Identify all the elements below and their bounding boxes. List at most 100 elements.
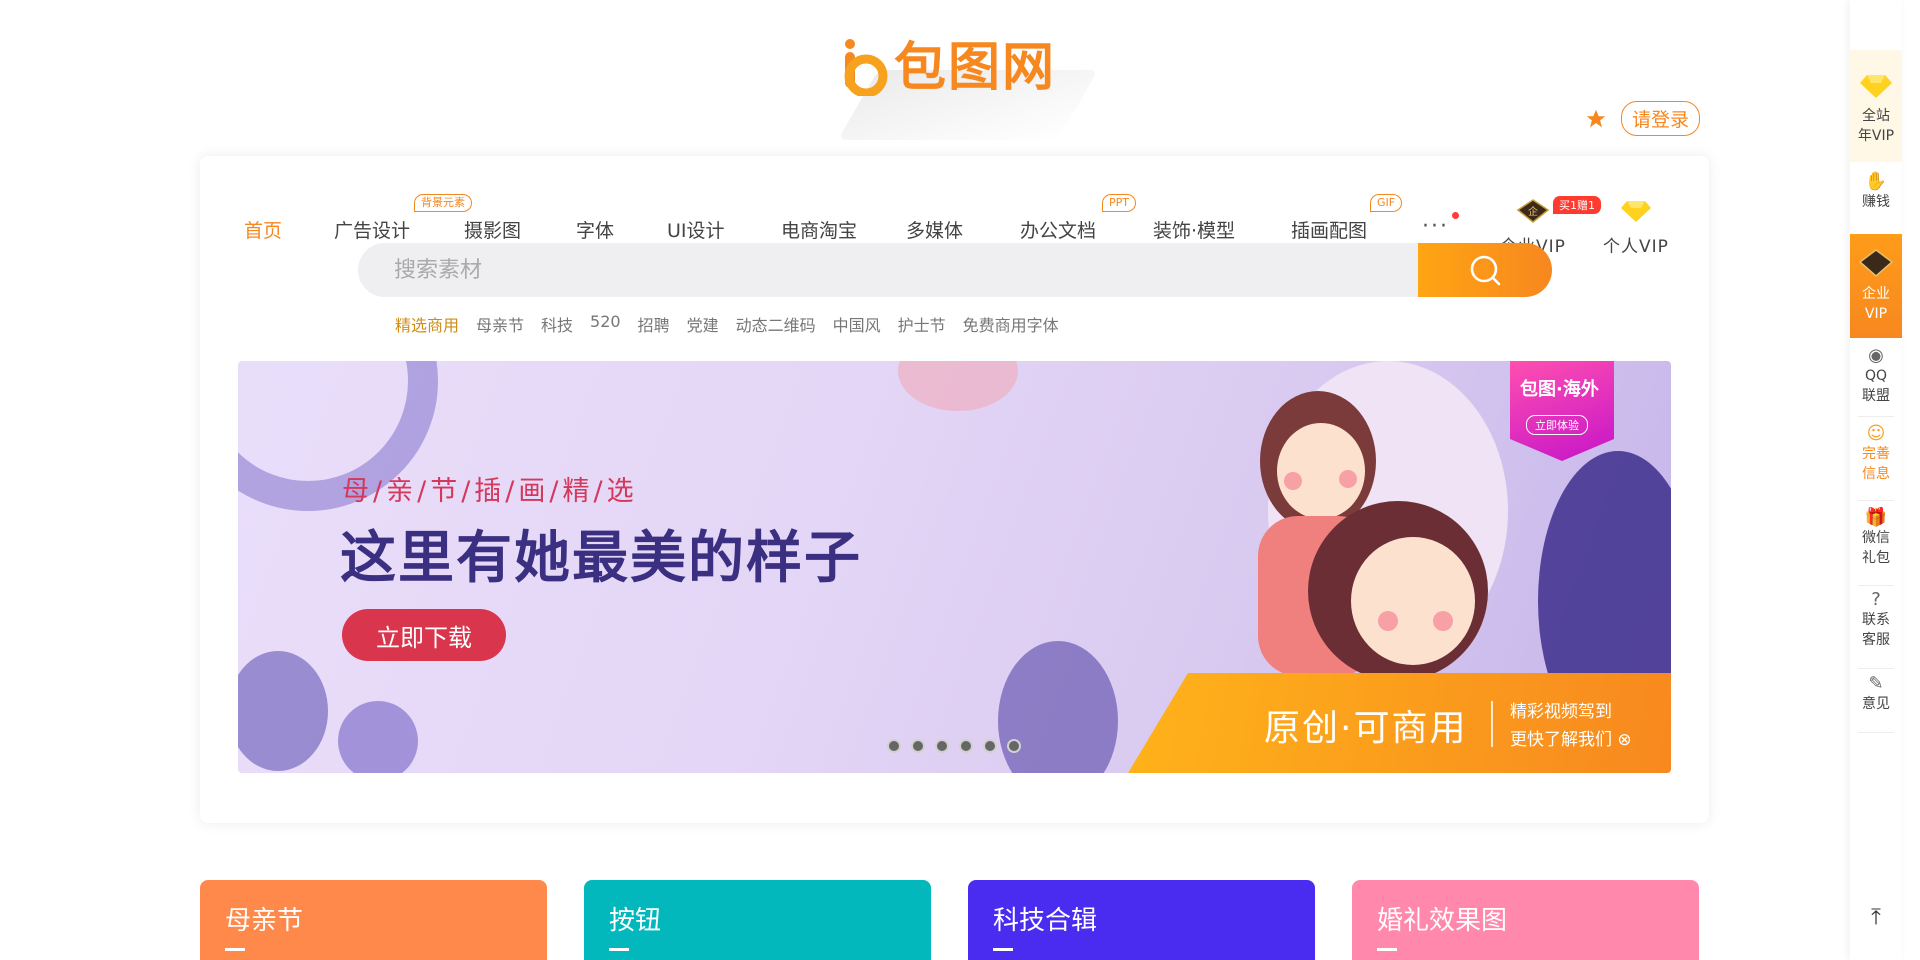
vip-diamond-icon — [1620, 201, 1651, 222]
nav-item-home[interactable]: 首页 — [244, 216, 282, 243]
handshake-icon: ✋ — [1864, 171, 1888, 192]
personal-vip-link[interactable]: 个人VIP — [1603, 198, 1669, 257]
banner-dot[interactable] — [983, 739, 997, 753]
category-card[interactable]: 婚礼效果图 — [1352, 880, 1699, 960]
nav-item-illustration[interactable]: 插画配图 — [1291, 216, 1367, 243]
banner-dot[interactable] — [935, 739, 949, 753]
category-label: 母亲节 — [225, 906, 304, 936]
nav-item-multimedia[interactable]: 多媒体 — [906, 216, 963, 243]
hot-search-item[interactable]: 免费商用字体 — [963, 312, 1059, 336]
banner-dot[interactable] — [887, 739, 901, 753]
sidebar-label: VIP — [1864, 306, 1888, 322]
nav-item-photography[interactable]: 摄影图 — [464, 216, 521, 243]
sidebar-label: 联盟 — [1862, 388, 1890, 404]
edit-icon: ✎ — [1868, 673, 1884, 694]
overseas-try-button[interactable]: 立即体验 — [1526, 415, 1588, 435]
promo-strip-line2: 更快了解我们 ⊗ — [1510, 725, 1632, 750]
personal-vip-label: 个人VIP — [1603, 237, 1669, 257]
gift-icon: 🎁 — [1864, 507, 1888, 528]
nav-item-office[interactable]: 办公文档 — [1020, 216, 1096, 243]
sidebar-label: 联系 — [1862, 612, 1890, 628]
sidebar-label: 赚钱 — [1862, 194, 1890, 210]
category-label: 科技合辑 — [993, 906, 1098, 936]
category-label: 按钮 — [609, 906, 662, 936]
nav-tag-ppt: PPT — [1102, 194, 1136, 212]
logo[interactable]: 包图网 — [837, 30, 1099, 140]
sidebar-wechat-gift[interactable]: 🎁 微信 礼包 — [1850, 508, 1902, 580]
category-card[interactable]: 按钮 — [584, 880, 931, 960]
nav-tag-background: 背景元素 — [414, 194, 472, 212]
nav-tag-gif: GIF — [1370, 194, 1403, 212]
main-nav: 首页 广告设计 背景元素 摄影图 字体 UI设计 电商淘宝 多媒体 办公文档 P… — [200, 184, 1709, 257]
enterprise-mark: 企 — [1528, 205, 1538, 218]
banner-title: 这里有她最美的样子 — [340, 526, 862, 591]
right-sidebar: 全站 年VIP ✋ 赚钱 企业 VIP ◉ QQ 联盟 ☺ 完善 信息 🎁 微信… — [1850, 0, 1902, 960]
banner-download-button[interactable]: 立即下载 — [342, 609, 506, 661]
brand-name: 包图网 — [894, 38, 1057, 98]
nav-item-decoration[interactable]: 装饰·模型 — [1153, 216, 1235, 243]
category-card[interactable]: 母亲节 — [200, 880, 547, 960]
main-card: 首页 广告设计 背景元素 摄影图 字体 UI设计 电商淘宝 多媒体 办公文档 P… — [200, 156, 1709, 823]
sidebar-earn[interactable]: ✋ 赚钱 — [1850, 172, 1902, 230]
banner-dot[interactable] — [959, 739, 973, 753]
sidebar-vip-all[interactable]: 全站 年VIP — [1850, 50, 1902, 162]
sidebar-label: 信息 — [1862, 466, 1890, 482]
sidebar-qq-union[interactable]: ◉ QQ 联盟 — [1850, 346, 1902, 410]
hot-search-item[interactable]: 招聘 — [638, 312, 670, 336]
play-icon[interactable]: ⊗ — [1617, 730, 1631, 750]
hot-search-item[interactable]: 护士节 — [898, 312, 946, 336]
nav-item-font[interactable]: 字体 — [576, 216, 614, 243]
hot-search-item[interactable]: 精选商用 — [395, 312, 459, 336]
banner-dot[interactable] — [1007, 739, 1021, 753]
hot-search-item[interactable]: 母亲节 — [476, 312, 524, 336]
hot-search-item[interactable]: 中国风 — [833, 312, 881, 336]
sidebar-label: 全站 — [1862, 108, 1890, 124]
sidebar-label: 礼包 — [1862, 550, 1890, 566]
login-button[interactable]: 请登录 — [1620, 101, 1700, 136]
sidebar-label: 企业 — [1862, 286, 1890, 302]
category-underline — [1377, 948, 1397, 951]
star-icon[interactable] — [1585, 108, 1607, 130]
promo-strip-line2-text: 更快了解我们 — [1510, 730, 1612, 750]
more-menu-icon[interactable]: ··· — [1422, 214, 1449, 239]
notification-dot — [1452, 212, 1459, 219]
hot-search-item[interactable]: 科技 — [541, 312, 573, 336]
sidebar-label: 客服 — [1862, 632, 1890, 648]
overseas-title: 包图·海外 — [1520, 379, 1599, 400]
vip-promo-badge: 买1赠1 — [1553, 196, 1601, 214]
hot-search-item[interactable]: 动态二维码 — [736, 312, 816, 336]
sidebar-label: 完善 — [1862, 446, 1890, 462]
sidebar-label: 意见 — [1862, 696, 1890, 712]
category-label: 婚礼效果图 — [1377, 906, 1508, 936]
sidebar-label: 微信 — [1862, 530, 1890, 546]
category-card[interactable]: 科技合辑 — [968, 880, 1315, 960]
hero-banner[interactable]: 母/亲/节/插/画/精/选 这里有她最美的样子 立即下载 包图·海外 立即体验 … — [238, 361, 1671, 773]
logo-mark-icon — [844, 39, 888, 96]
sidebar-complete-info[interactable]: ☺ 完善 信息 — [1850, 424, 1902, 494]
sidebar-divider — [1858, 416, 1894, 417]
banner-pagination — [887, 739, 1021, 753]
banner-dot[interactable] — [911, 739, 925, 753]
header-user-area: 请登录 — [1585, 101, 1700, 136]
banner-subtitle: 母/亲/节/插/画/精/选 — [342, 476, 638, 507]
search-button[interactable] — [1418, 243, 1552, 297]
sidebar-divider — [1858, 668, 1894, 669]
sidebar-feedback[interactable]: ✎ 意见 — [1850, 674, 1902, 726]
qq-icon: ◉ — [1868, 345, 1884, 366]
sidebar-enterprise-vip[interactable]: 企业 VIP — [1850, 234, 1902, 338]
nav-item-ad-design[interactable]: 广告设计 — [334, 216, 410, 243]
category-underline — [225, 948, 245, 951]
sidebar-divider — [1858, 500, 1894, 501]
back-to-top-icon[interactable]: ⤒ — [1850, 907, 1902, 938]
search-icon — [1470, 255, 1501, 286]
search-input[interactable] — [358, 243, 1418, 297]
category-underline — [609, 948, 629, 951]
promo-strip-divider — [1491, 701, 1493, 747]
sidebar-customer-service[interactable]: ? 联系 客服 — [1850, 590, 1902, 662]
vip-diamond-icon — [1860, 75, 1892, 98]
nav-item-ui-design[interactable]: UI设计 — [667, 216, 725, 243]
enterprise-diamond-icon — [1858, 249, 1894, 277]
hot-search-item[interactable]: 520 — [590, 312, 621, 336]
nav-item-ecommerce[interactable]: 电商淘宝 — [781, 216, 857, 243]
hot-search-item[interactable]: 党建 — [687, 312, 719, 336]
